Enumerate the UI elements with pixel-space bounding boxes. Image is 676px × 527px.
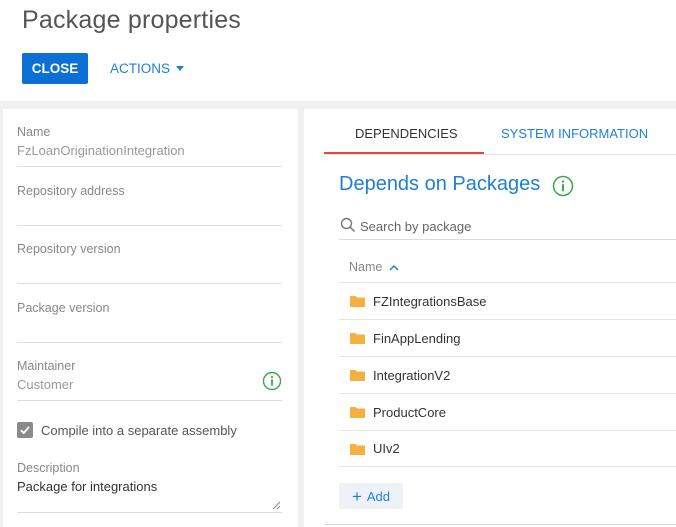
add-button[interactable]: + Add [339, 483, 403, 509]
add-label: Add [366, 488, 391, 504]
info-icon[interactable] [552, 175, 574, 197]
repository-version-field[interactable]: Repository version [17, 242, 282, 284]
name-column-header[interactable]: Name [349, 260, 399, 274]
properties-panel: Name FzLoanOriginationIntegration Reposi… [3, 109, 298, 527]
name-label: Name [17, 125, 51, 139]
folder-icon [350, 443, 365, 455]
maintainer-value: Customer [17, 377, 74, 392]
repository-address-label: Repository address [17, 184, 125, 198]
page-header: Package properties CLOSE ACTIONS [0, 0, 676, 101]
description-textarea[interactable]: Package for integrations [17, 461, 282, 513]
list-item[interactable]: ProductCore [339, 393, 676, 430]
depends-on-packages-title: Depends on Packages [339, 173, 541, 195]
package-name: FZIntegrationsBase [373, 293, 487, 309]
list-item[interactable]: FZIntegrationsBase [339, 282, 676, 319]
close-button[interactable]: CLOSE [22, 53, 88, 84]
info-icon[interactable] [262, 371, 282, 391]
name-field[interactable]: Name FzLoanOriginationIntegration [17, 125, 282, 167]
folder-icon [350, 333, 365, 344]
search-underline [339, 239, 676, 240]
checkmark-icon [20, 426, 30, 435]
repository-version-label: Repository version [17, 242, 121, 256]
package-name: ProductCore [373, 404, 446, 420]
caret-down-icon [176, 66, 185, 71]
list-item[interactable]: UIv2 [339, 430, 676, 467]
compile-assembly-label: Compile into a separate assembly [41, 422, 237, 438]
sort-ascending-icon [389, 264, 399, 271]
package-version-label: Package version [17, 301, 110, 315]
search-icon [340, 217, 356, 233]
tab-system-information[interactable]: SYSTEM INFORMATION [501, 126, 648, 141]
plus-icon: + [351, 486, 362, 506]
package-name: IntegrationV2 [373, 367, 451, 383]
repository-address-field[interactable]: Repository address [17, 184, 282, 226]
folder-icon [350, 407, 365, 418]
search-input[interactable] [360, 215, 676, 237]
name-column-label: Name [349, 260, 383, 274]
list-item[interactable]: FinAppLending [339, 319, 676, 356]
folder-icon [350, 296, 365, 307]
page-title: Package properties [22, 6, 242, 34]
resize-grip-icon[interactable] [272, 501, 281, 510]
compile-assembly-row[interactable]: Compile into a separate assembly [17, 422, 237, 438]
tab-dependencies[interactable]: DEPENDENCIES [355, 126, 458, 141]
package-list: FZIntegrationsBase FinAppLending Integra… [339, 282, 676, 467]
description-value: Package for integrations [17, 479, 158, 494]
name-value: FzLoanOriginationIntegration [17, 143, 185, 158]
package-version-field[interactable]: Package version [17, 301, 282, 343]
package-name: FinAppLending [373, 330, 461, 346]
actions-dropdown-button[interactable]: ACTIONS [110, 53, 185, 84]
compile-assembly-checkbox[interactable] [17, 422, 33, 438]
panel-bottom-divider [324, 524, 676, 525]
package-name: UIv2 [373, 441, 400, 456]
tabs-divider [324, 154, 676, 155]
list-item[interactable]: IntegrationV2 [339, 356, 676, 393]
dependencies-panel: DEPENDENCIES SYSTEM INFORMATION Depends … [304, 109, 676, 527]
folder-icon [350, 370, 365, 381]
maintainer-field[interactable]: Maintainer Customer [17, 359, 282, 401]
actions-label: ACTIONS [110, 61, 171, 76]
maintainer-label: Maintainer [17, 359, 76, 373]
